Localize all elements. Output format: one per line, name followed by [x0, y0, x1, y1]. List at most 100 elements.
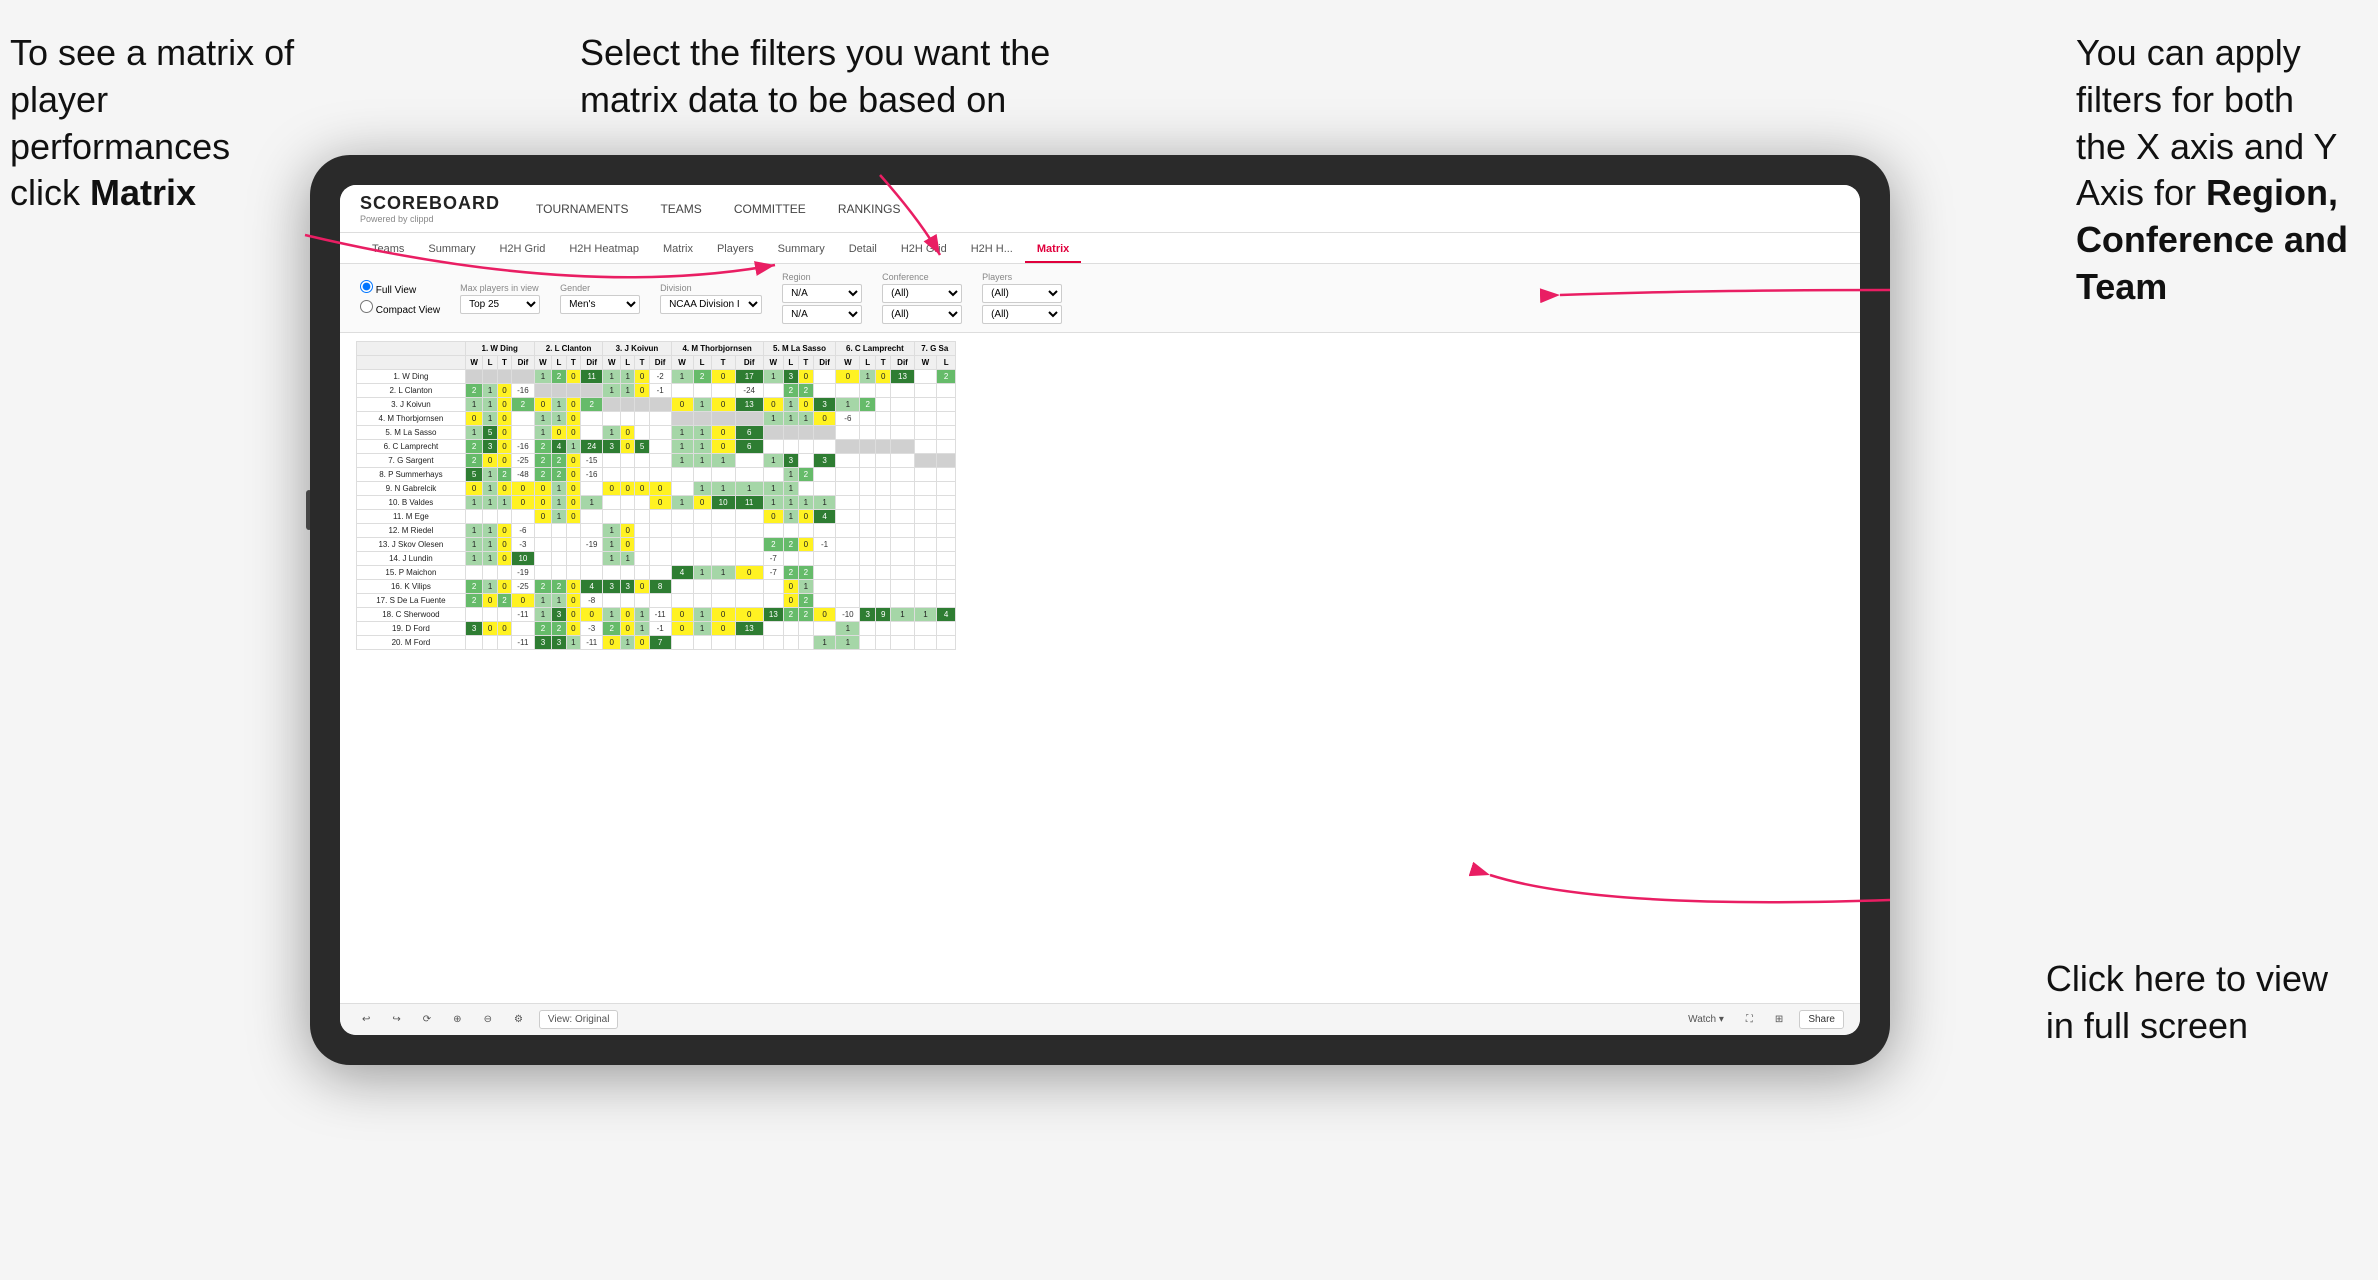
matrix-cell: 2: [860, 398, 876, 412]
player-row-name: 8. P Summerhays: [357, 468, 466, 482]
nav-tournaments[interactable]: TOURNAMENTS: [530, 198, 634, 220]
gender-select[interactable]: Men's: [560, 295, 640, 314]
matrix-cell: 1: [552, 510, 566, 524]
full-view-radio[interactable]: Full View: [360, 280, 440, 296]
matrix-area[interactable]: 1. W Ding 2. L Clanton 3. J Koivun 4. M …: [340, 333, 1860, 1003]
matrix-cell: 1: [783, 482, 798, 496]
subnav-h2h-h[interactable]: H2H H...: [959, 239, 1025, 263]
matrix-cell: [914, 398, 937, 412]
matrix-cell: [860, 454, 876, 468]
matrix-cell: [465, 370, 483, 384]
nav-committee[interactable]: COMMITTEE: [728, 198, 812, 220]
matrix-cell: [580, 482, 602, 496]
subnav-detail[interactable]: Detail: [837, 239, 889, 263]
matrix-cell: [671, 412, 693, 426]
annotation-top-right: You can apply filters for both the X axi…: [2076, 30, 2348, 311]
matrix-cell: [483, 566, 497, 580]
players-select-2[interactable]: (All): [982, 305, 1062, 324]
matrix-cell: [534, 524, 552, 538]
matrix-cell: 9: [875, 608, 891, 622]
matrix-cell: [711, 552, 735, 566]
conference-select-2[interactable]: (All): [882, 305, 962, 324]
sub-w-7: W: [914, 356, 937, 370]
matrix-cell: -7: [763, 566, 783, 580]
matrix-cell: [937, 412, 956, 426]
matrix-cell: [836, 538, 860, 552]
subnav-summary2[interactable]: Summary: [766, 239, 837, 263]
matrix-cell: 1: [483, 482, 497, 496]
annotation-center-line2: matrix data to be based on: [580, 79, 1006, 120]
matrix-cell: 1: [465, 496, 483, 510]
matrix-cell: 1: [813, 636, 835, 650]
matrix-cell: 8: [649, 580, 671, 594]
conference-select-1[interactable]: (All): [882, 284, 962, 303]
refresh-btn[interactable]: ⟳: [417, 1011, 437, 1028]
undo-btn[interactable]: ↩: [356, 1011, 376, 1028]
matrix-col-header-1: 1. W Ding: [465, 342, 534, 356]
matrix-cell: 2: [534, 468, 552, 482]
matrix-cell: -3: [512, 538, 534, 552]
compact-view-radio[interactable]: Compact View: [360, 300, 440, 316]
matrix-cell: [711, 580, 735, 594]
region-select-2[interactable]: N/A: [782, 305, 862, 324]
view-original-btn[interactable]: View: Original: [539, 1010, 619, 1029]
subnav-summary[interactable]: Summary: [416, 239, 487, 263]
matrix-cell: 1: [891, 608, 914, 622]
matrix-cell: [875, 440, 891, 454]
fullscreen-btn[interactable]: ⛶: [1740, 1011, 1759, 1028]
subnav-h2h-grid2[interactable]: H2H Grid: [889, 239, 959, 263]
matrix-cell: 0: [534, 510, 552, 524]
annotation-line3-bold: Matrix: [90, 172, 196, 213]
sub-l-4: L: [693, 356, 711, 370]
matrix-cell: 0: [621, 538, 635, 552]
subnav-players[interactable]: Players: [705, 239, 766, 263]
subnav-h2h-grid[interactable]: H2H Grid: [487, 239, 557, 263]
watch-btn[interactable]: Watch ▾: [1682, 1011, 1730, 1028]
matrix-cell: 1: [552, 482, 566, 496]
matrix-cell: [635, 496, 649, 510]
matrix-cell: 0: [621, 524, 635, 538]
matrix-cell: [735, 468, 763, 482]
matrix-cell: [783, 552, 798, 566]
zoom-out-btn[interactable]: ⊖: [478, 1011, 498, 1028]
region-select-1[interactable]: N/A: [782, 284, 862, 303]
matrix-cell: [813, 622, 835, 636]
matrix-cell: 2: [552, 622, 566, 636]
layout-btn[interactable]: ⊞: [1769, 1011, 1789, 1028]
subnav-teams[interactable]: Teams: [360, 239, 416, 263]
nav-rankings[interactable]: RANKINGS: [832, 198, 907, 220]
matrix-cell: 0: [763, 398, 783, 412]
matrix-cell: [735, 412, 763, 426]
matrix-cell: 1: [465, 538, 483, 552]
matrix-cell: 2: [465, 594, 483, 608]
players-select-1[interactable]: (All): [982, 284, 1062, 303]
sub-t-5: T: [798, 356, 813, 370]
matrix-cell: [649, 538, 671, 552]
subnav-h2h-heatmap[interactable]: H2H Heatmap: [557, 239, 651, 263]
zoom-in-btn[interactable]: ⊕: [447, 1011, 467, 1028]
redo-btn[interactable]: ↪: [386, 1011, 406, 1028]
matrix-cell: 1: [483, 384, 497, 398]
settings-btn[interactable]: ⚙: [508, 1011, 529, 1028]
matrix-cell: [621, 398, 635, 412]
matrix-cell: -48: [512, 468, 534, 482]
matrix-cell: 1: [735, 482, 763, 496]
matrix-cell: 13: [891, 370, 914, 384]
matrix-cell: 6: [735, 426, 763, 440]
matrix-cell: [813, 384, 835, 398]
max-players-select[interactable]: Top 25: [460, 295, 540, 314]
division-select[interactable]: NCAA Division I: [660, 295, 762, 314]
matrix-cell: [603, 510, 621, 524]
matrix-cell: [798, 524, 813, 538]
matrix-cell: 13: [735, 398, 763, 412]
player-row-name: 3. J Koivun: [357, 398, 466, 412]
matrix-cell: 1: [635, 622, 649, 636]
nav-teams[interactable]: TEAMS: [654, 198, 707, 220]
matrix-cell: [649, 524, 671, 538]
subnav-matrix-left[interactable]: Matrix: [651, 239, 705, 263]
matrix-cell: [763, 594, 783, 608]
subnav-matrix-active[interactable]: Matrix: [1025, 239, 1081, 263]
share-btn[interactable]: Share: [1799, 1010, 1844, 1029]
matrix-cell: 1: [693, 482, 711, 496]
matrix-cell: 0: [649, 496, 671, 510]
